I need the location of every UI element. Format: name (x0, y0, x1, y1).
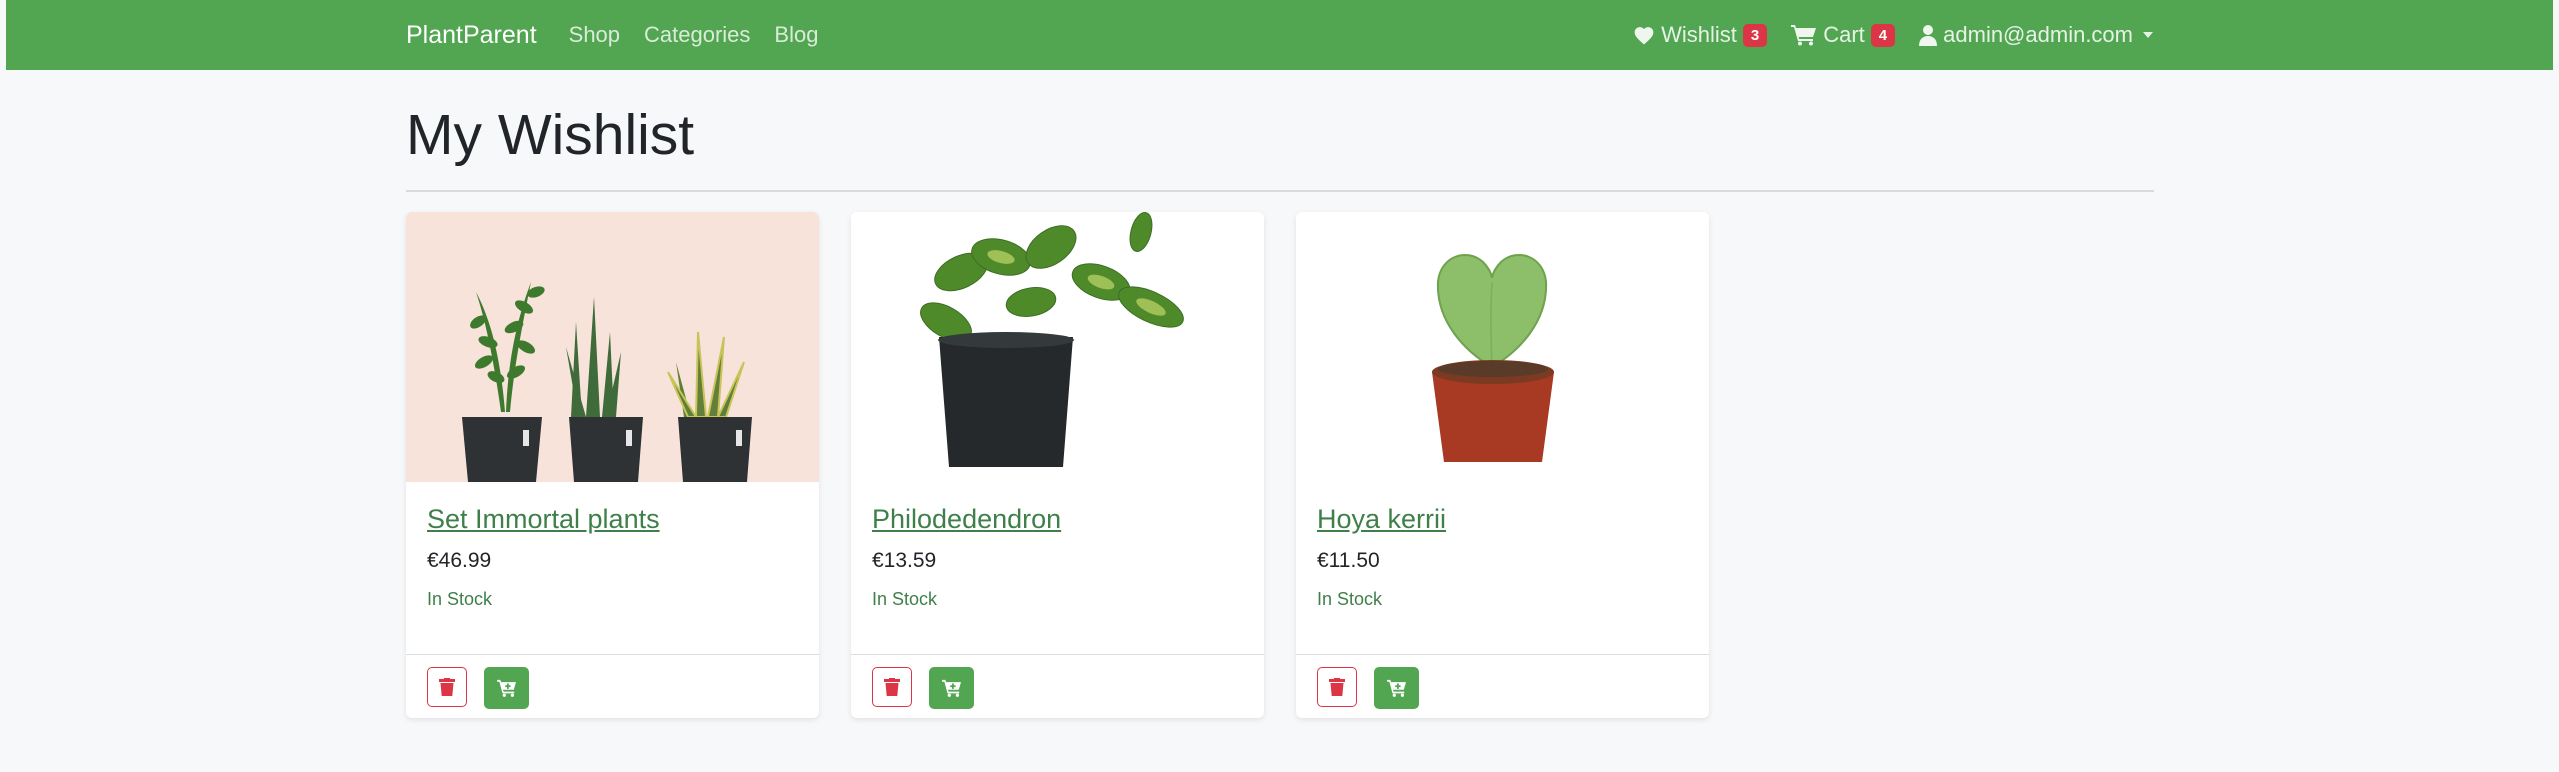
cart-count-badge: 4 (1870, 23, 1896, 47)
cart-plus-icon (941, 679, 961, 697)
cart-plus-icon (496, 679, 516, 697)
product-price: €11.50 (1317, 549, 1380, 572)
add-to-cart-button[interactable] (484, 667, 529, 709)
navbar-container: PlantParent Shop Categories Blog Wishlis… (406, 0, 2153, 70)
trash-icon (439, 678, 455, 696)
wishlist-card: Philodedendron €13.59 In Stock (851, 212, 1264, 718)
wishlist-count-badge: 3 (1742, 23, 1768, 47)
trash-icon (1329, 678, 1345, 696)
navbar: PlantParent Shop Categories Blog Wishlis… (6, 0, 2553, 70)
add-to-cart-button[interactable] (1374, 667, 1419, 709)
add-to-cart-button[interactable] (929, 667, 974, 709)
stock-status: In Stock (872, 589, 938, 609)
card-body: Philodedendron €13.59 In Stock (851, 482, 1264, 610)
cart-plus-icon (1386, 679, 1406, 697)
cart-icon (1791, 25, 1817, 46)
card-body: Set Immortal plants €46.99 In Stock (406, 482, 819, 610)
card-footer (406, 654, 819, 718)
product-price: €46.99 (427, 549, 492, 572)
product-image[interactable] (851, 212, 1264, 482)
remove-from-wishlist-button[interactable] (427, 667, 467, 707)
wishlist-grid: Set Immortal plants €46.99 In Stock Phil… (406, 212, 1709, 718)
user-menu-dropdown[interactable]: admin@admin.com (1919, 22, 2153, 48)
stock-status: In Stock (427, 589, 493, 609)
wishlist-card: Set Immortal plants €46.99 In Stock (406, 212, 819, 718)
brand-logo[interactable]: PlantParent (406, 21, 537, 50)
trash-icon (884, 678, 900, 696)
nav-cart[interactable]: Cart 4 (1791, 22, 1896, 48)
nav-link-shop[interactable]: Shop (569, 22, 620, 48)
product-name-link[interactable]: Philodedendron (872, 504, 1061, 535)
nav-link-categories[interactable]: Categories (644, 22, 750, 48)
nav-wishlist[interactable]: Wishlist 3 (1633, 22, 1768, 48)
heart-icon (1634, 27, 1654, 45)
card-footer (1296, 654, 1709, 718)
nav-link-blog[interactable]: Blog (774, 22, 818, 48)
card-footer (851, 654, 1264, 718)
product-name-link[interactable]: Set Immortal plants (427, 504, 660, 535)
remove-from-wishlist-button[interactable] (872, 667, 912, 707)
stock-status: In Stock (1317, 589, 1383, 609)
product-name-link[interactable]: Hoya kerrii (1317, 504, 1446, 535)
title-divider (406, 190, 2154, 192)
card-body: Hoya kerrii €11.50 In Stock (1296, 482, 1709, 610)
product-image[interactable] (406, 212, 819, 482)
cart-label: Cart (1823, 22, 1865, 47)
wishlist-label: Wishlist (1661, 22, 1737, 47)
wishlist-card: Hoya kerrii €11.50 In Stock (1296, 212, 1709, 718)
product-price: €13.59 (872, 549, 937, 572)
remove-from-wishlist-button[interactable] (1317, 667, 1357, 707)
page-title: My Wishlist (406, 103, 695, 167)
product-image[interactable] (1296, 212, 1709, 482)
user-email: admin@admin.com (1943, 22, 2133, 47)
user-icon (1919, 25, 1938, 46)
navbar-right: Wishlist 3 Cart 4 admin@admin.com (1609, 22, 2153, 48)
chevron-down-icon (2143, 32, 2153, 38)
